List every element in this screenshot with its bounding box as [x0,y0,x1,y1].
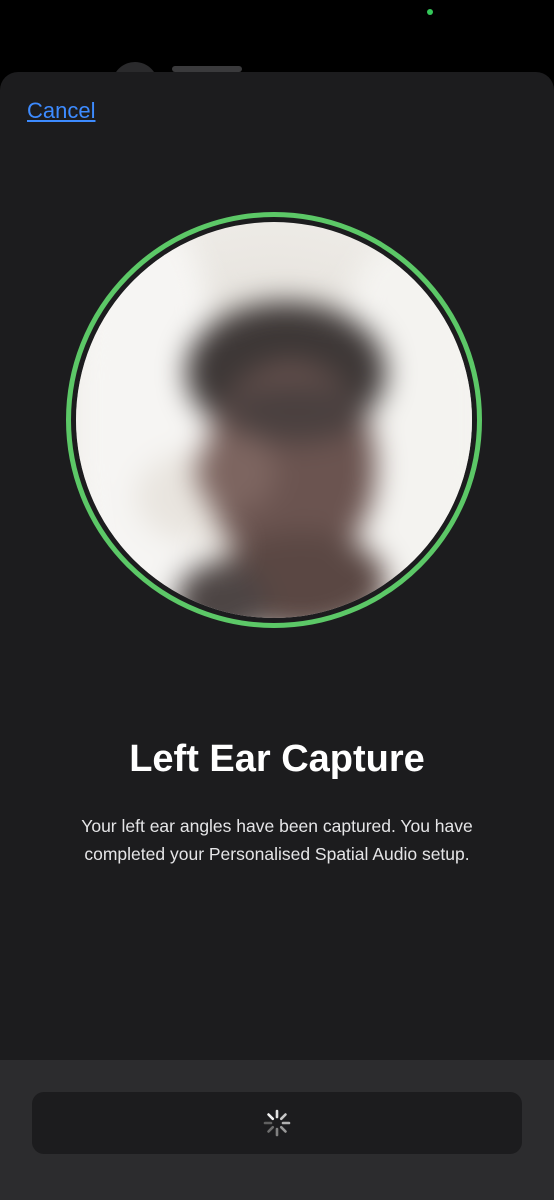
cancel-button[interactable]: Cancel [27,98,95,124]
footer-bar [0,1060,554,1200]
capture-progress-ring [66,212,482,628]
camera-indicator-dot [427,9,433,15]
camera-feed-blurred [76,222,472,618]
activity-spinner-icon [263,1109,291,1137]
screen: Cancel Left Ear Capture Your left ear an… [0,0,554,1200]
continue-button[interactable] [32,1092,522,1154]
page-title: Left Ear Capture [129,738,425,780]
camera-preview [76,222,472,618]
description-text: Your left ear angles have been captured.… [81,816,473,864]
setup-sheet: Cancel Left Ear Capture Your left ear an… [0,72,554,1200]
